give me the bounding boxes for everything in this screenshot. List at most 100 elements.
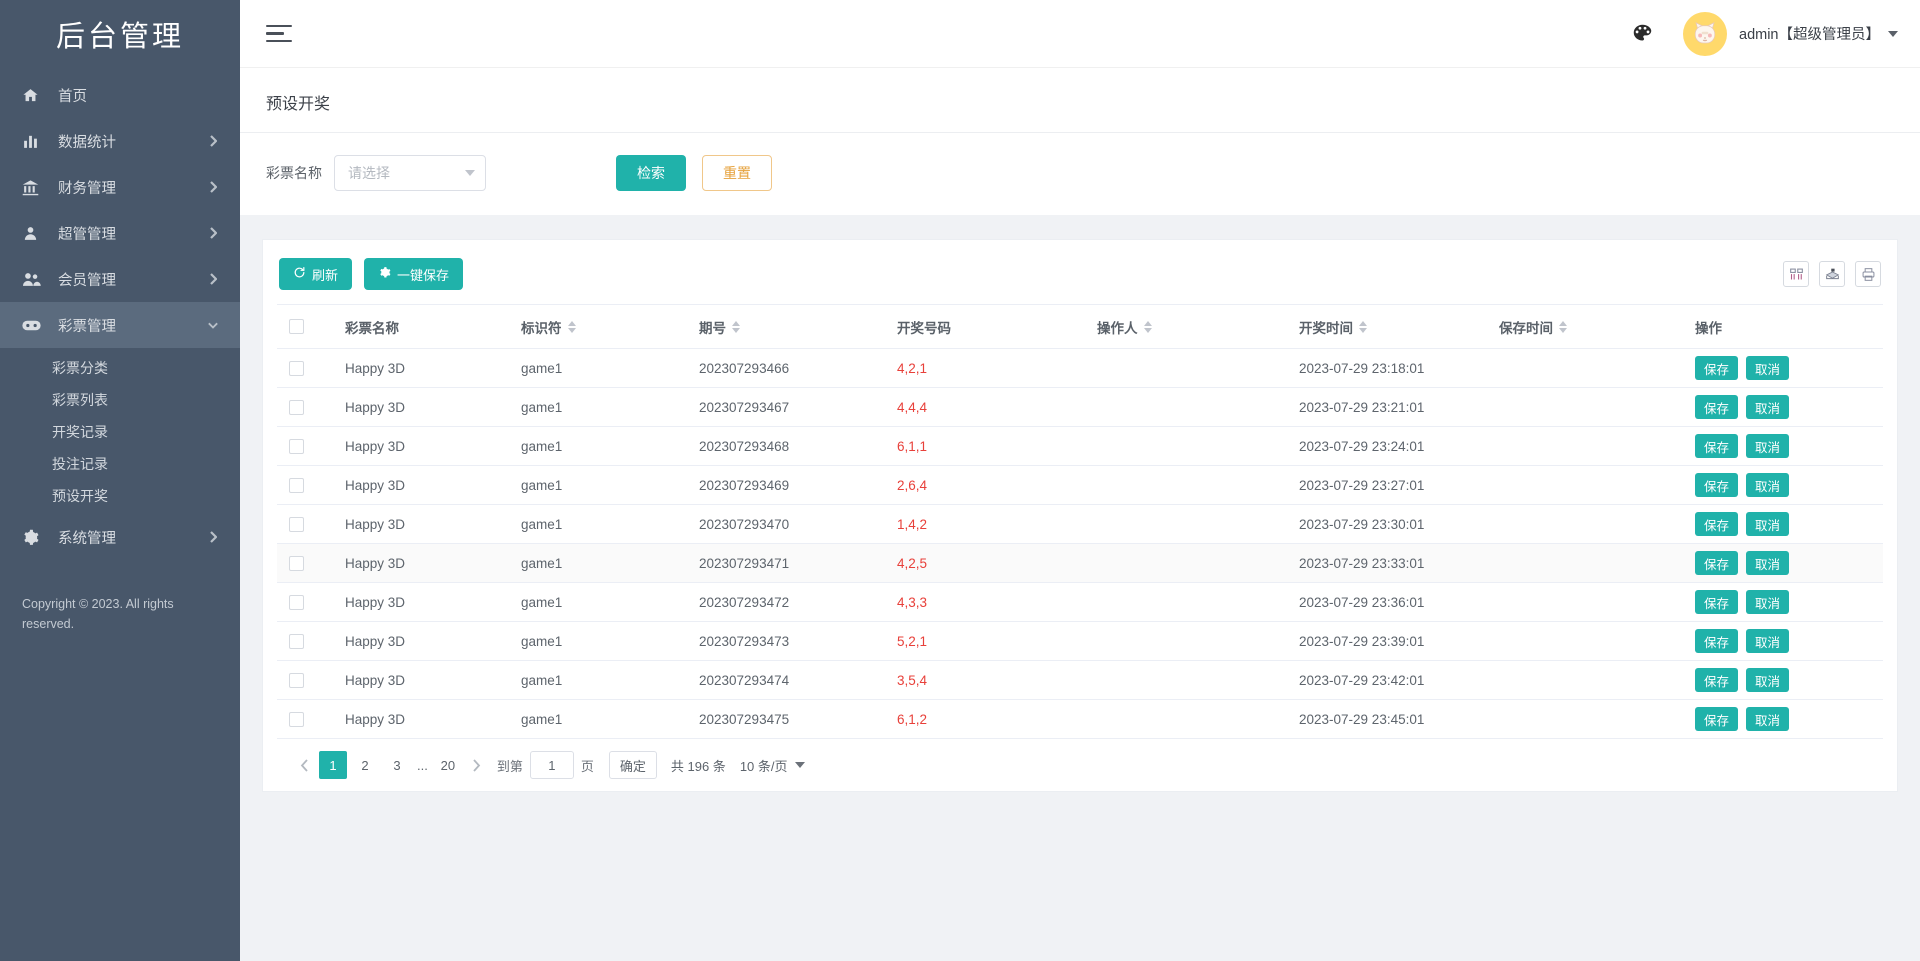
- table-card: 刷新 一键保存 彩票名称 标识符 期号 开奖号码 操作人 开奖时间 保存时间 操…: [262, 239, 1898, 792]
- sort-icon[interactable]: [1143, 320, 1152, 333]
- row-save-button[interactable]: 保存: [1695, 434, 1739, 458]
- sidebar-item-members[interactable]: 会员管理: [0, 256, 240, 302]
- lottery-name-select-value: 请选择: [348, 165, 390, 181]
- page-button-2[interactable]: 2: [351, 751, 379, 779]
- chevron-right-icon: [208, 135, 218, 147]
- table-toolbar: 刷新 一键保存: [277, 254, 1883, 304]
- cell-operator: [1085, 348, 1287, 388]
- reset-button[interactable]: 重置: [702, 155, 772, 191]
- hamburger-icon[interactable]: [266, 23, 292, 45]
- row-cancel-button[interactable]: 取消: [1746, 551, 1790, 575]
- sidebar-item-label: 首页: [58, 88, 87, 105]
- row-save-button[interactable]: 保存: [1695, 473, 1739, 497]
- column-label: 开奖号码: [897, 320, 951, 336]
- cell-operator: [1085, 699, 1287, 739]
- select-all-checkbox[interactable]: [289, 319, 304, 335]
- sidebar-item-system[interactable]: 系统管理: [0, 514, 240, 560]
- sidebar-item-lottery[interactable]: 彩票管理: [0, 302, 240, 348]
- user-menu[interactable]: admin【超级管理员】: [1683, 11, 1898, 56]
- cell-operator: [1085, 660, 1287, 700]
- row-save-button[interactable]: 保存: [1695, 551, 1739, 575]
- row-select-cell: [277, 387, 333, 427]
- page-ellipsis[interactable]: ...: [413, 758, 432, 773]
- cell-numbers: 3,5,4: [885, 660, 1085, 700]
- row-cancel-button[interactable]: 取消: [1746, 434, 1790, 458]
- row-checkbox[interactable]: [289, 711, 304, 727]
- row-checkbox[interactable]: [289, 633, 304, 649]
- sidebar-subitem-lottery-category[interactable]: 彩票分类: [0, 352, 240, 384]
- lottery-name-select[interactable]: 请选择: [334, 155, 486, 191]
- row-select-cell: [277, 504, 333, 544]
- row-save-button[interactable]: 保存: [1695, 512, 1739, 536]
- column-header-issue[interactable]: 期号: [687, 304, 885, 349]
- column-header-operator[interactable]: 操作人: [1085, 304, 1287, 349]
- row-cancel-button[interactable]: 取消: [1746, 473, 1790, 497]
- sidebar-item-statistics[interactable]: 数据统计: [0, 118, 240, 164]
- next-page-button[interactable]: [464, 752, 490, 778]
- row-cancel-button[interactable]: 取消: [1746, 356, 1790, 380]
- home-icon: [22, 85, 44, 105]
- sort-icon[interactable]: [1359, 320, 1367, 333]
- jump-confirm-button[interactable]: 确定: [608, 751, 657, 779]
- row-cancel-button[interactable]: 取消: [1746, 512, 1790, 536]
- row-save-button[interactable]: 保存: [1695, 629, 1739, 653]
- column-header-name: 彩票名称: [333, 304, 509, 349]
- sidebar-subitem-bet-records[interactable]: 投注记录: [0, 448, 240, 480]
- row-checkbox[interactable]: [289, 555, 304, 571]
- sidebar-subitem-draw-records[interactable]: 开奖记录: [0, 416, 240, 448]
- sidebar-item-finance[interactable]: 财务管理: [0, 164, 240, 210]
- row-cancel-button[interactable]: 取消: [1746, 707, 1790, 731]
- sidebar-item-home[interactable]: 首页: [0, 72, 240, 118]
- table-row: Happy 3D game1 202307293468 6,1,1 2023-07-29…: [277, 426, 1883, 466]
- row-checkbox[interactable]: [289, 594, 304, 610]
- table-row: Happy 3D game1 202307293469 2,6,4 2023-07-29…: [277, 465, 1883, 505]
- page-size-select[interactable]: 10 条/页: [740, 751, 805, 779]
- search-button[interactable]: 检索: [616, 155, 686, 191]
- sidebar-subitem-preset-draw[interactable]: 预设开奖: [0, 480, 240, 512]
- row-save-button[interactable]: 保存: [1695, 668, 1739, 692]
- sort-icon[interactable]: [732, 320, 740, 333]
- column-header-draw-time[interactable]: 开奖时间: [1287, 304, 1487, 349]
- print-icon[interactable]: [1855, 261, 1881, 287]
- row-save-button[interactable]: 保存: [1695, 707, 1739, 731]
- row-checkbox[interactable]: [289, 672, 304, 688]
- page-button-3[interactable]: 3: [383, 751, 411, 779]
- row-save-button[interactable]: 保存: [1695, 395, 1739, 419]
- row-cancel-button[interactable]: 取消: [1746, 395, 1790, 419]
- prev-page-button[interactable]: [291, 752, 317, 778]
- chevron-right-icon: [208, 531, 218, 543]
- column-label: 操作人: [1097, 320, 1138, 336]
- page-button-1[interactable]: 1: [319, 751, 347, 779]
- sort-icon[interactable]: [1559, 320, 1567, 333]
- row-save-button[interactable]: 保存: [1695, 356, 1739, 380]
- palette-icon[interactable]: [1627, 19, 1657, 49]
- columns-icon[interactable]: [1783, 261, 1809, 287]
- row-checkbox[interactable]: [289, 516, 304, 532]
- refresh-button[interactable]: 刷新: [279, 258, 353, 290]
- row-checkbox[interactable]: [289, 477, 304, 493]
- row-cancel-button[interactable]: 取消: [1746, 668, 1790, 692]
- sidebar-item-admin[interactable]: 超管管理: [0, 210, 240, 256]
- row-cancel-button[interactable]: 取消: [1746, 590, 1790, 614]
- row-save-button[interactable]: 保存: [1695, 590, 1739, 614]
- sidebar-submenu-lottery: 彩票分类 彩票列表 开奖记录 投注记录 预设开奖: [0, 348, 240, 514]
- sort-icon[interactable]: [567, 320, 576, 333]
- save-all-button[interactable]: 一键保存: [364, 258, 464, 290]
- row-checkbox[interactable]: [289, 360, 304, 376]
- export-icon[interactable]: [1819, 261, 1845, 287]
- page-size-value: 10 条/页: [739, 758, 788, 774]
- row-checkbox[interactable]: [289, 399, 304, 415]
- cell-flag: game1: [509, 465, 687, 505]
- column-header-flag[interactable]: 标识符: [509, 304, 687, 349]
- row-cancel-button[interactable]: 取消: [1746, 629, 1790, 653]
- select-all-header: [277, 304, 333, 349]
- cell-actions: 保存 取消: [1683, 465, 1883, 505]
- cell-lottery-name: Happy 3D: [333, 426, 509, 466]
- column-header-save-time[interactable]: 保存时间: [1487, 304, 1683, 349]
- page-button-last[interactable]: 20: [434, 751, 462, 779]
- row-checkbox[interactable]: [289, 438, 304, 454]
- sidebar-subitem-lottery-list[interactable]: 彩票列表: [0, 384, 240, 416]
- jump-page-input[interactable]: [529, 751, 574, 779]
- cell-flag: game1: [509, 543, 687, 583]
- sidebar-copyright: Copyright © 2023. All rights reserved.: [22, 597, 174, 631]
